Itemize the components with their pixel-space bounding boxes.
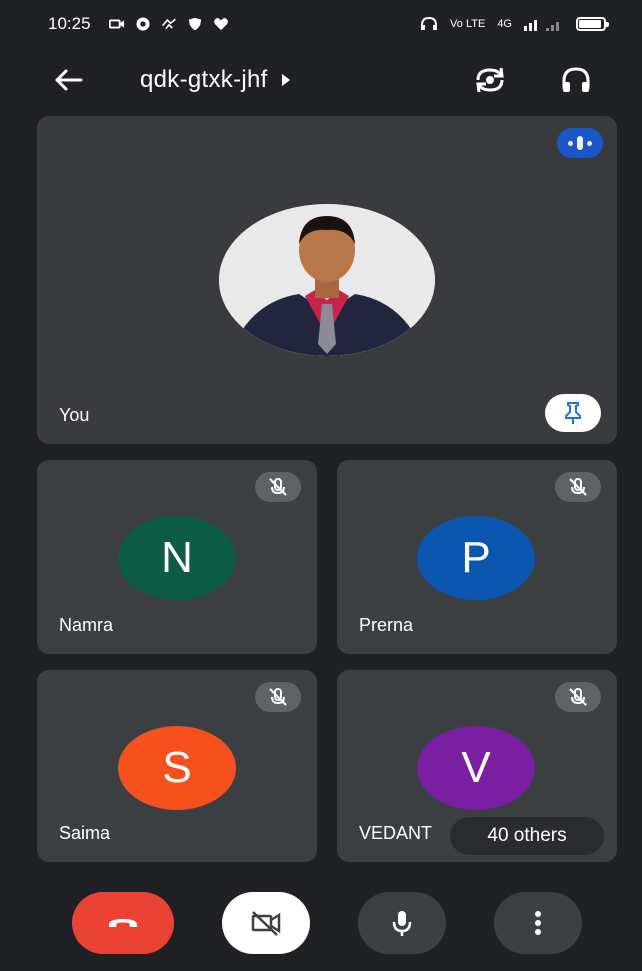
mic-off-icon	[255, 472, 301, 502]
headphones-icon	[562, 67, 590, 92]
status-right: Vo LTE 4G	[420, 17, 609, 31]
more-options-button[interactable]	[494, 892, 582, 954]
participant-initial: N	[161, 533, 193, 582]
camera-status-icon	[108, 19, 124, 29]
self-name: You	[59, 405, 90, 425]
participant-avatar: V	[417, 726, 535, 810]
audio-output-button[interactable]	[556, 62, 596, 98]
hang-up-icon	[109, 919, 137, 927]
signal-label: 4G	[497, 18, 512, 30]
camera-toggle-button[interactable]	[222, 892, 310, 954]
shield-icon	[188, 17, 201, 31]
participant-name: VEDANT	[359, 823, 433, 843]
meeting-title[interactable]: qdk-gtxk-jhf	[140, 66, 290, 94]
jio-icon	[135, 17, 150, 31]
mic-off-icon	[555, 682, 601, 712]
status-left: 10:25	[48, 14, 229, 34]
participant-initial: P	[461, 533, 491, 582]
meeting-code: qdk-gtxk-jhf	[140, 66, 268, 93]
status-bar: 10:25 Vo LTE 4G	[0, 0, 642, 48]
participant-initial: V	[461, 743, 491, 792]
microphone-button[interactable]	[358, 892, 446, 954]
participant-name: Namra	[59, 615, 114, 635]
self-tile[interactable]: You	[37, 116, 617, 444]
participant-tile[interactable]: N Namra	[37, 460, 317, 654]
more-vert-icon	[535, 911, 541, 935]
speaking-indicator-icon	[557, 128, 603, 158]
caret-right-icon	[281, 74, 290, 86]
participant-tile[interactable]: S Saima	[37, 670, 317, 862]
battery-icon	[576, 17, 609, 31]
heart-icon	[213, 18, 228, 31]
network-label: Vo LTE	[450, 18, 486, 30]
participant-initial: S	[162, 743, 192, 792]
self-photo-image	[219, 204, 435, 356]
hang-up-button[interactable]	[72, 892, 174, 954]
pin-button[interactable]	[545, 394, 601, 432]
top-bar: qdk-gtxk-jhf	[0, 52, 642, 108]
participant-name: Prerna	[359, 615, 414, 635]
back-arrow-icon	[55, 69, 83, 91]
participant-name: Saima	[59, 823, 111, 843]
headset-status-icon	[421, 17, 438, 30]
switch-camera-icon	[476, 67, 504, 93]
participant-avatar: P	[417, 516, 535, 600]
pin-icon	[565, 402, 581, 424]
share-icon	[161, 18, 176, 30]
self-avatar	[219, 204, 435, 356]
participant-tile[interactable]: P Prerna	[337, 460, 617, 654]
switch-camera-button[interactable]	[470, 62, 510, 98]
participant-avatar: N	[118, 516, 236, 600]
mic-off-icon	[255, 682, 301, 712]
others-count-pill[interactable]: 40 others	[450, 817, 604, 855]
mic-off-icon	[555, 472, 601, 502]
status-icons	[108, 17, 229, 31]
signal-icon	[524, 20, 559, 31]
participant-avatar: S	[118, 726, 236, 810]
back-button[interactable]	[48, 64, 88, 96]
camera-off-icon	[251, 911, 281, 936]
battery-fill	[579, 20, 601, 28]
microphone-icon	[392, 911, 412, 936]
status-time: 10:25	[48, 14, 91, 33]
